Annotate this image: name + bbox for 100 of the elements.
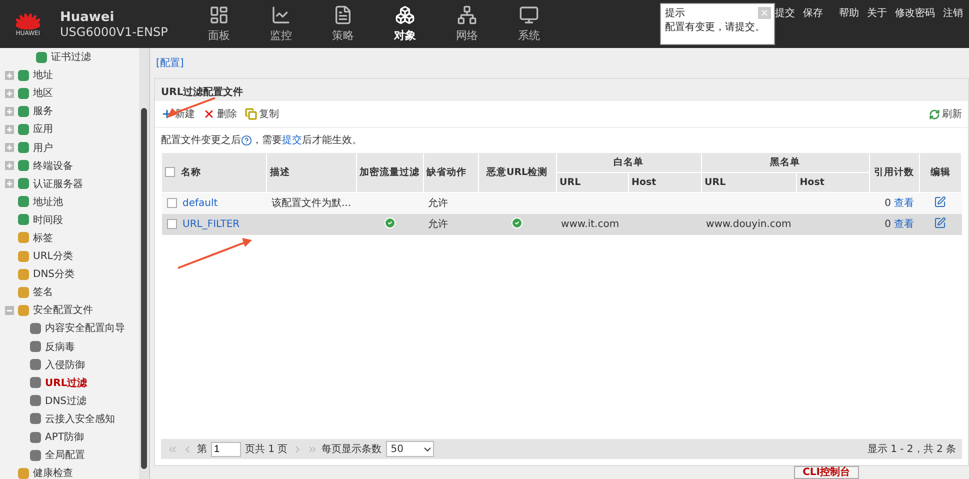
column-header: 缺省动作	[423, 152, 478, 192]
tree-item[interactable]: 入侵防御	[45, 358, 85, 372]
tree-item[interactable]: APT防御	[45, 430, 84, 444]
expand-toggle[interactable]	[5, 161, 14, 170]
notice-text: 后才能生效。	[302, 134, 362, 147]
nav-tab[interactable]: 对象	[374, 5, 436, 43]
cli-console-button[interactable]: CLI控制台	[794, 466, 859, 479]
checkbox[interactable]	[166, 198, 176, 208]
header-link[interactable]: 关于	[867, 6, 887, 20]
tree-item[interactable]: 反病毒	[45, 340, 75, 354]
expand-toggle[interactable]	[5, 106, 14, 116]
tree-node-icon	[18, 88, 29, 99]
tree-item[interactable]: 云接入安全感知	[45, 412, 115, 426]
annotation-arrow	[167, 97, 216, 118]
tree-item[interactable]: 地址	[33, 68, 53, 82]
scrollbar[interactable]	[139, 48, 149, 479]
name-link[interactable]: default	[182, 198, 218, 209]
tree-node-icon	[18, 124, 29, 135]
tree-item[interactable]: 认证服务器	[33, 176, 83, 191]
notice-text: 配置文件变更之后	[161, 134, 241, 147]
tree-item[interactable]: 地址池	[33, 194, 63, 209]
pager-text: 页共 1 页	[245, 442, 288, 456]
refresh-icon	[929, 108, 940, 120]
pager-text: 第	[197, 443, 207, 456]
column-header: 引用计数	[869, 152, 920, 192]
expand-toggle[interactable]	[5, 88, 14, 98]
view-link[interactable]: 查看	[894, 219, 914, 230]
expand-toggle[interactable]	[5, 70, 14, 80]
nav-tab[interactable]: 面板	[188, 5, 250, 43]
delete-icon	[203, 108, 215, 120]
tree-node-icon	[18, 286, 29, 298]
tree-item[interactable]: DNS过滤	[45, 394, 87, 408]
tree-item[interactable]: 标签	[33, 230, 53, 245]
table-cell: www.it.com	[556, 214, 628, 234]
column-header: 编辑	[919, 152, 962, 192]
last-page-icon[interactable]	[306, 444, 318, 454]
expand-toggle[interactable]	[5, 143, 14, 152]
nav-tab[interactable]: 策略	[312, 5, 374, 43]
tree-node-icon	[18, 196, 29, 208]
column-header: 黑名单	[701, 152, 870, 172]
column-header: 加密流量过滤	[356, 152, 424, 192]
expand-toggle[interactable]	[5, 179, 14, 188]
view-link[interactable]: 查看	[894, 198, 914, 210]
checkbox[interactable]	[165, 167, 175, 178]
edit-icon[interactable]	[934, 216, 946, 228]
nav-tab[interactable]: 监控	[250, 5, 312, 43]
refresh-button[interactable]: 刷新	[929, 107, 962, 121]
tree-item[interactable]: 安全配置文件	[33, 303, 93, 318]
header-link[interactable]: 帮助	[839, 6, 859, 20]
dashboard-icon	[209, 5, 229, 25]
tree-node-icon	[18, 468, 29, 479]
breadcrumb-link[interactable]: [配置]	[156, 56, 969, 70]
submit-link[interactable]: 提交	[282, 133, 302, 147]
blocks-icon	[395, 5, 415, 25]
toolbar-button[interactable]: 删除	[203, 107, 237, 121]
tree-item[interactable]: 签名	[33, 285, 53, 300]
page-size-select[interactable]: 50	[386, 441, 434, 457]
table-cell: 0	[884, 198, 892, 210]
tree-item[interactable]: 证书过滤	[51, 50, 91, 64]
tree-item[interactable]: URL分类	[33, 249, 73, 264]
tree-node-icon	[18, 142, 29, 154]
table-cell: 0	[884, 219, 892, 230]
header-link[interactable]: 提交	[768, 6, 795, 20]
checkbox[interactable]	[166, 218, 176, 229]
table-row[interactable]: default 该配置文件为默... 允许 0 查看	[162, 192, 962, 214]
tree-item[interactable]: 终端设备	[33, 158, 73, 173]
monitor-icon	[519, 5, 539, 25]
document-icon	[333, 5, 353, 25]
nav-tab[interactable]: 网络	[436, 5, 498, 43]
tree-item[interactable]: 全局配置	[45, 448, 85, 462]
tooltip-message: 配置有变更，请提交。	[665, 20, 766, 34]
tree-node-icon	[18, 250, 29, 262]
header-link[interactable]: 修改密码	[895, 6, 935, 20]
collapse-toggle[interactable]	[5, 306, 14, 315]
header-link[interactable]: 注销	[943, 6, 963, 20]
first-page-icon[interactable]	[167, 444, 178, 454]
tree-item[interactable]: 用户	[33, 140, 53, 155]
tree-node-icon	[30, 413, 41, 424]
page-input[interactable]: 1	[211, 442, 241, 456]
tree-item[interactable]: 应用	[33, 122, 53, 136]
column-header: 描述	[266, 152, 356, 192]
app-title: Huawei	[60, 10, 116, 24]
help-icon[interactable]	[241, 134, 252, 146]
tree-item[interactable]: 健康检查	[33, 466, 73, 479]
edit-icon[interactable]	[934, 196, 946, 208]
tree-item[interactable]: 内容安全配置向导	[45, 321, 125, 336]
tree-node-icon	[30, 450, 41, 461]
tree-item[interactable]: 服务	[33, 104, 53, 118]
tooltip-title: 提示	[665, 7, 685, 20]
table-cell: 允许	[423, 214, 478, 234]
toolbar-button[interactable]: 复制	[245, 107, 279, 121]
column-header: 白名单	[556, 152, 702, 172]
tree-item[interactable]: DNS分类	[33, 267, 75, 282]
tree-item[interactable]: 时间段	[33, 212, 63, 227]
tree-item[interactable]: URL过滤	[45, 376, 88, 390]
name-link[interactable]: URL_FILTER	[182, 218, 240, 230]
header-link[interactable]: 保存	[803, 6, 823, 20]
nav-tab[interactable]: 系统	[498, 5, 560, 43]
tree-item[interactable]: 地区	[33, 86, 53, 100]
expand-toggle[interactable]	[5, 124, 14, 134]
